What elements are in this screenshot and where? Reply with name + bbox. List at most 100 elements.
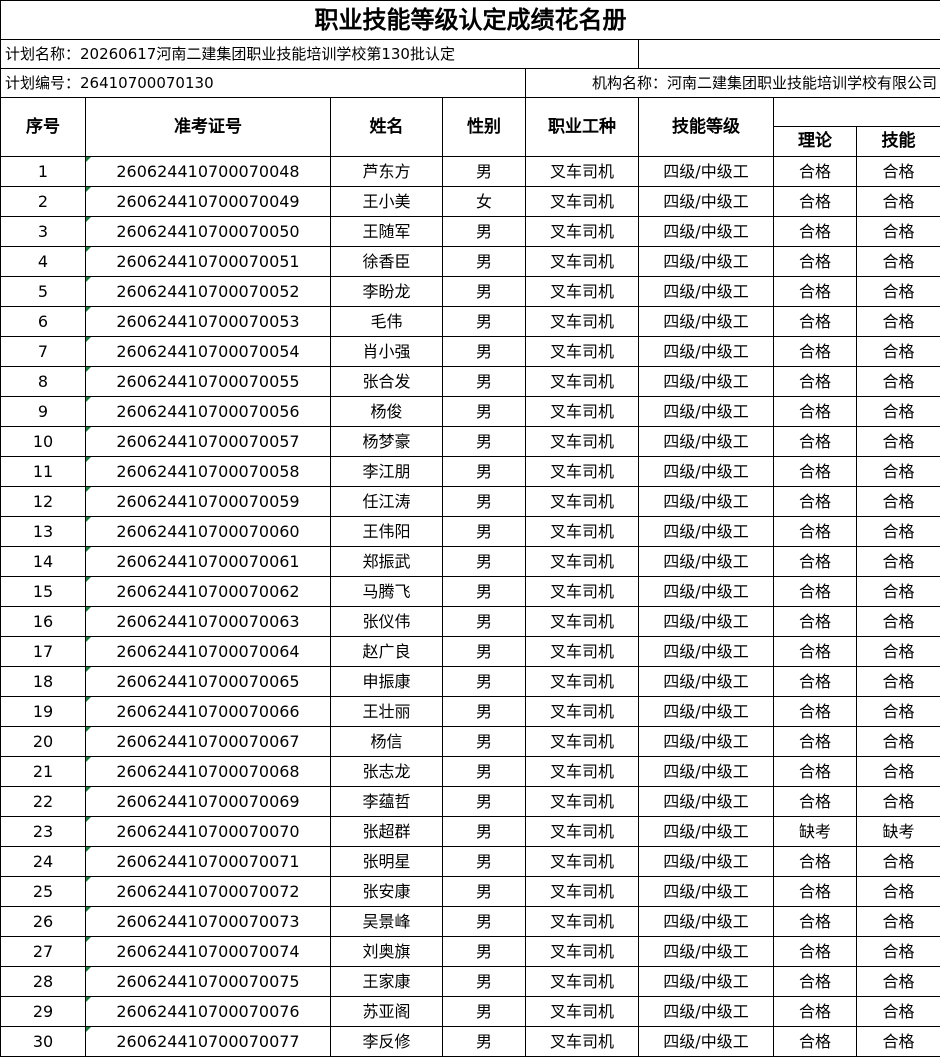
cell-skill[interactable]: 合格: [856, 216, 940, 247]
cell-seq[interactable]: 12: [0, 486, 86, 517]
cell-gender[interactable]: 男: [442, 906, 526, 937]
cell-skill[interactable]: 合格: [856, 996, 940, 1027]
cell-theory[interactable]: 合格: [773, 726, 857, 757]
cell-seq[interactable]: 9: [0, 396, 86, 427]
cell-theory[interactable]: 合格: [773, 996, 857, 1027]
cell-level[interactable]: 四级/中级工: [638, 726, 774, 757]
cell-theory[interactable]: 合格: [773, 426, 857, 457]
cell-level[interactable]: 四级/中级工: [638, 1026, 774, 1057]
cell-name[interactable]: 肖小强: [330, 336, 443, 367]
cell-name[interactable]: 张明星: [330, 846, 443, 877]
cell-name[interactable]: 毛伟: [330, 306, 443, 337]
cell-seq[interactable]: 4: [0, 246, 86, 277]
cell-gender[interactable]: 男: [442, 846, 526, 877]
cell-gender[interactable]: 男: [442, 486, 526, 517]
cell-level[interactable]: 四级/中级工: [638, 906, 774, 937]
cell-seq[interactable]: 1: [0, 156, 86, 187]
cell-gender[interactable]: 男: [442, 696, 526, 727]
cell-occupation[interactable]: 叉车司机: [525, 246, 639, 277]
cell-exam-no[interactable]: 260624410700070049: [85, 186, 331, 217]
cell-exam-no[interactable]: 260624410700070074: [85, 936, 331, 967]
header-name[interactable]: 姓名: [330, 97, 443, 157]
plan-name-blank[interactable]: [638, 39, 940, 69]
cell-level[interactable]: 四级/中级工: [638, 336, 774, 367]
cell-seq[interactable]: 13: [0, 516, 86, 547]
cell-skill[interactable]: 合格: [856, 486, 940, 517]
cell-occupation[interactable]: 叉车司机: [525, 576, 639, 607]
cell-name[interactable]: 张志龙: [330, 756, 443, 787]
cell-theory[interactable]: 合格: [773, 156, 857, 187]
cell-occupation[interactable]: 叉车司机: [525, 396, 639, 427]
cell-skill[interactable]: 合格: [856, 666, 940, 697]
cell-occupation[interactable]: 叉车司机: [525, 936, 639, 967]
cell-exam-no[interactable]: 260624410700070070: [85, 816, 331, 847]
cell-gender[interactable]: 男: [442, 456, 526, 487]
cell-name[interactable]: 苏亚阁: [330, 996, 443, 1027]
cell-name[interactable]: 张仪伟: [330, 606, 443, 637]
cell-occupation[interactable]: 叉车司机: [525, 906, 639, 937]
cell-occupation[interactable]: 叉车司机: [525, 186, 639, 217]
cell-exam-no[interactable]: 260624410700070057: [85, 426, 331, 457]
cell-occupation[interactable]: 叉车司机: [525, 306, 639, 337]
cell-exam-no[interactable]: 260624410700070050: [85, 216, 331, 247]
org-name[interactable]: 机构名称：河南二建集团职业技能培训学校有限公司: [525, 68, 940, 98]
cell-level[interactable]: 四级/中级工: [638, 606, 774, 637]
cell-skill[interactable]: 缺考: [856, 816, 940, 847]
cell-theory[interactable]: 合格: [773, 276, 857, 307]
cell-theory[interactable]: 合格: [773, 666, 857, 697]
header-exam-no[interactable]: 准考证号: [85, 97, 331, 157]
cell-exam-no[interactable]: 260624410700070076: [85, 996, 331, 1027]
cell-theory[interactable]: 合格: [773, 786, 857, 817]
cell-name[interactable]: 赵广良: [330, 636, 443, 667]
cell-seq[interactable]: 20: [0, 726, 86, 757]
cell-gender[interactable]: 男: [442, 576, 526, 607]
cell-seq[interactable]: 3: [0, 216, 86, 247]
cell-level[interactable]: 四级/中级工: [638, 936, 774, 967]
cell-seq[interactable]: 25: [0, 876, 86, 907]
cell-name[interactable]: 徐香臣: [330, 246, 443, 277]
cell-theory[interactable]: 合格: [773, 306, 857, 337]
cell-occupation[interactable]: 叉车司机: [525, 996, 639, 1027]
cell-exam-no[interactable]: 260624410700070055: [85, 366, 331, 397]
cell-exam-no[interactable]: 260624410700070072: [85, 876, 331, 907]
cell-name[interactable]: 王小美: [330, 186, 443, 217]
cell-exam-no[interactable]: 260624410700070059: [85, 486, 331, 517]
cell-skill[interactable]: 合格: [856, 396, 940, 427]
cell-gender[interactable]: 男: [442, 816, 526, 847]
cell-level[interactable]: 四级/中级工: [638, 876, 774, 907]
cell-exam-no[interactable]: 260624410700070073: [85, 906, 331, 937]
cell-seq[interactable]: 5: [0, 276, 86, 307]
cell-gender[interactable]: 男: [442, 306, 526, 337]
cell-occupation[interactable]: 叉车司机: [525, 336, 639, 367]
cell-theory[interactable]: 合格: [773, 486, 857, 517]
cell-level[interactable]: 四级/中级工: [638, 636, 774, 667]
header-seq[interactable]: 序号: [0, 97, 86, 157]
cell-occupation[interactable]: 叉车司机: [525, 966, 639, 997]
cell-skill[interactable]: 合格: [856, 1026, 940, 1057]
cell-theory[interactable]: 合格: [773, 516, 857, 547]
cell-skill[interactable]: 合格: [856, 636, 940, 667]
cell-gender[interactable]: 女: [442, 186, 526, 217]
cell-name[interactable]: 李盼龙: [330, 276, 443, 307]
cell-exam-no[interactable]: 260624410700070053: [85, 306, 331, 337]
cell-seq[interactable]: 6: [0, 306, 86, 337]
cell-gender[interactable]: 男: [442, 336, 526, 367]
cell-occupation[interactable]: 叉车司机: [525, 726, 639, 757]
cell-exam-no[interactable]: 260624410700070063: [85, 606, 331, 637]
cell-occupation[interactable]: 叉车司机: [525, 606, 639, 637]
cell-seq[interactable]: 10: [0, 426, 86, 457]
cell-occupation[interactable]: 叉车司机: [525, 216, 639, 247]
plan-number[interactable]: 计划编号：26410700070130: [0, 68, 526, 98]
cell-level[interactable]: 四级/中级工: [638, 546, 774, 577]
cell-gender[interactable]: 男: [442, 786, 526, 817]
cell-exam-no[interactable]: 260624410700070056: [85, 396, 331, 427]
cell-skill[interactable]: 合格: [856, 156, 940, 187]
cell-gender[interactable]: 男: [442, 936, 526, 967]
header-theory[interactable]: 理论: [773, 126, 857, 157]
cell-name[interactable]: 杨俊: [330, 396, 443, 427]
cell-skill[interactable]: 合格: [856, 546, 940, 577]
header-gender[interactable]: 性别: [442, 97, 526, 157]
cell-occupation[interactable]: 叉车司机: [525, 636, 639, 667]
cell-gender[interactable]: 男: [442, 516, 526, 547]
cell-name[interactable]: 吴景峰: [330, 906, 443, 937]
